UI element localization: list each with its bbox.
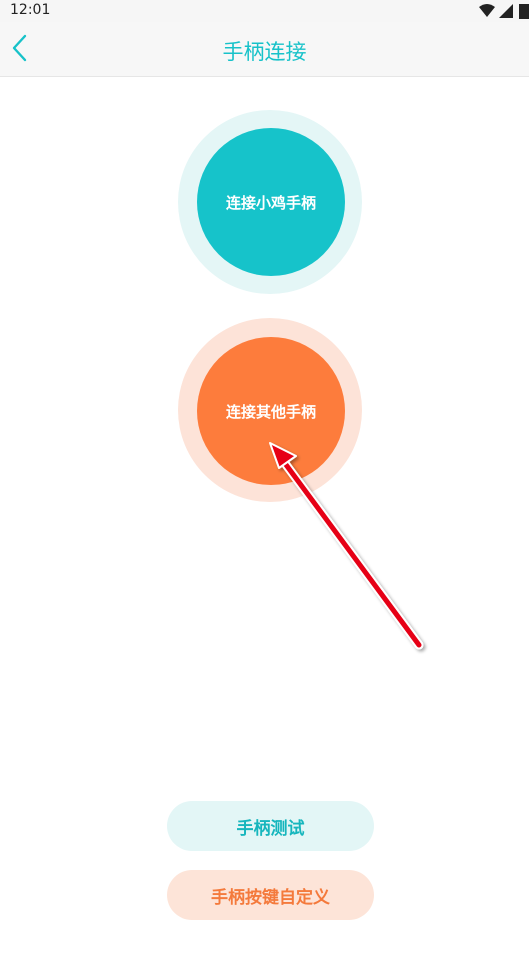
- connect-other-button[interactable]: 连接其他手柄: [197, 337, 345, 485]
- wifi-icon: [479, 4, 495, 17]
- status-icons: [479, 4, 529, 19]
- status-bar: 12:01: [0, 0, 529, 22]
- custom-keys-button[interactable]: 手柄按键自定义: [167, 870, 374, 920]
- status-time: 12:01: [10, 2, 51, 18]
- controller-test-button[interactable]: 手柄测试: [167, 801, 374, 851]
- signal-icon: [499, 4, 513, 18]
- app-bar: 手柄连接: [0, 22, 529, 77]
- battery-icon: [519, 4, 529, 19]
- connect-xiaoji-button[interactable]: 连接小鸡手柄: [197, 128, 345, 276]
- page-title: 手柄连接: [222, 40, 307, 64]
